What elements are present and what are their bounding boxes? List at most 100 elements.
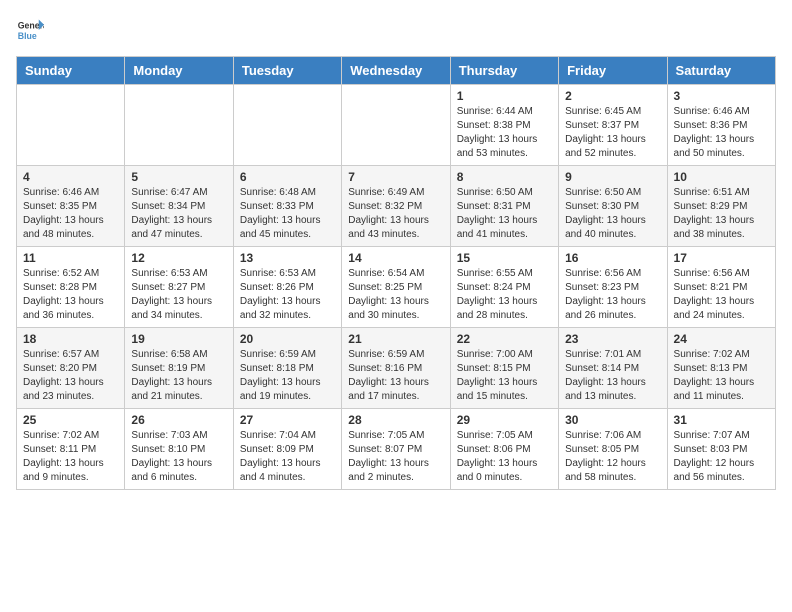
calendar-week-2: 4 Sunrise: 6:46 AM Sunset: 8:35 PM Daylig…: [17, 166, 776, 247]
day-info: Sunrise: 6:44 AM Sunset: 8:38 PM Dayligh…: [457, 105, 552, 161]
day-info: Sunrise: 6:49 AM Sunset: 8:32 PM Dayligh…: [348, 186, 443, 242]
day-info: Sunrise: 6:56 AM Sunset: 8:21 PM Dayligh…: [674, 267, 769, 323]
day-info: Sunrise: 7:01 AM Sunset: 8:14 PM Dayligh…: [565, 348, 660, 404]
calendar-cell: 17 Sunrise: 6:56 AM Sunset: 8:21 PM Dayli…: [667, 247, 775, 328]
weekday-header-monday: Monday: [125, 57, 233, 85]
logo-icon: General Blue: [16, 16, 44, 44]
calendar-header: SundayMondayTuesdayWednesdayThursdayFrid…: [17, 57, 776, 85]
day-info: Sunrise: 6:46 AM Sunset: 8:36 PM Dayligh…: [674, 105, 769, 161]
day-number: 10: [674, 170, 769, 184]
day-number: 12: [131, 251, 226, 265]
page-header: General Blue: [16, 16, 776, 44]
day-info: Sunrise: 6:59 AM Sunset: 8:16 PM Dayligh…: [348, 348, 443, 404]
calendar-cell: 13 Sunrise: 6:53 AM Sunset: 8:26 PM Dayli…: [233, 247, 341, 328]
day-number: 29: [457, 413, 552, 427]
day-info: Sunrise: 6:51 AM Sunset: 8:29 PM Dayligh…: [674, 186, 769, 242]
day-number: 15: [457, 251, 552, 265]
svg-text:Blue: Blue: [18, 31, 37, 41]
weekday-header-tuesday: Tuesday: [233, 57, 341, 85]
day-info: Sunrise: 6:53 AM Sunset: 8:26 PM Dayligh…: [240, 267, 335, 323]
day-info: Sunrise: 7:04 AM Sunset: 8:09 PM Dayligh…: [240, 429, 335, 485]
calendar-cell: 25 Sunrise: 7:02 AM Sunset: 8:11 PM Dayli…: [17, 409, 125, 490]
day-number: 19: [131, 332, 226, 346]
day-number: 11: [23, 251, 118, 265]
calendar-cell: 2 Sunrise: 6:45 AM Sunset: 8:37 PM Daylig…: [559, 85, 667, 166]
calendar-cell: 5 Sunrise: 6:47 AM Sunset: 8:34 PM Daylig…: [125, 166, 233, 247]
day-number: 4: [23, 170, 118, 184]
day-number: 27: [240, 413, 335, 427]
calendar-body: 1 Sunrise: 6:44 AM Sunset: 8:38 PM Daylig…: [17, 85, 776, 490]
day-number: 5: [131, 170, 226, 184]
day-info: Sunrise: 6:53 AM Sunset: 8:27 PM Dayligh…: [131, 267, 226, 323]
day-number: 13: [240, 251, 335, 265]
calendar-cell: 4 Sunrise: 6:46 AM Sunset: 8:35 PM Daylig…: [17, 166, 125, 247]
day-info: Sunrise: 6:56 AM Sunset: 8:23 PM Dayligh…: [565, 267, 660, 323]
weekday-header-row: SundayMondayTuesdayWednesdayThursdayFrid…: [17, 57, 776, 85]
day-info: Sunrise: 7:07 AM Sunset: 8:03 PM Dayligh…: [674, 429, 769, 485]
day-info: Sunrise: 6:50 AM Sunset: 8:31 PM Dayligh…: [457, 186, 552, 242]
day-info: Sunrise: 6:57 AM Sunset: 8:20 PM Dayligh…: [23, 348, 118, 404]
weekday-header-thursday: Thursday: [450, 57, 558, 85]
day-info: Sunrise: 6:46 AM Sunset: 8:35 PM Dayligh…: [23, 186, 118, 242]
calendar-cell: [233, 85, 341, 166]
calendar-cell: 12 Sunrise: 6:53 AM Sunset: 8:27 PM Dayli…: [125, 247, 233, 328]
calendar-cell: 23 Sunrise: 7:01 AM Sunset: 8:14 PM Dayli…: [559, 328, 667, 409]
calendar-cell: 19 Sunrise: 6:58 AM Sunset: 8:19 PM Dayli…: [125, 328, 233, 409]
day-number: 9: [565, 170, 660, 184]
day-info: Sunrise: 7:02 AM Sunset: 8:11 PM Dayligh…: [23, 429, 118, 485]
day-number: 21: [348, 332, 443, 346]
day-number: 14: [348, 251, 443, 265]
calendar-cell: [125, 85, 233, 166]
calendar-cell: 15 Sunrise: 6:55 AM Sunset: 8:24 PM Dayli…: [450, 247, 558, 328]
calendar-cell: 20Sunrise: 6:59 AM Sunset: 8:18 PM Dayli…: [233, 328, 341, 409]
calendar-cell: 28Sunrise: 7:05 AM Sunset: 8:07 PM Dayli…: [342, 409, 450, 490]
day-number: 7: [348, 170, 443, 184]
calendar-week-1: 1 Sunrise: 6:44 AM Sunset: 8:38 PM Daylig…: [17, 85, 776, 166]
day-info: Sunrise: 7:05 AM Sunset: 8:06 PM Dayligh…: [457, 429, 552, 485]
calendar-cell: 16 Sunrise: 6:56 AM Sunset: 8:23 PM Dayli…: [559, 247, 667, 328]
calendar-week-4: 18 Sunrise: 6:57 AM Sunset: 8:20 PM Dayli…: [17, 328, 776, 409]
calendar-week-3: 11Sunrise: 6:52 AM Sunset: 8:28 PM Dayli…: [17, 247, 776, 328]
calendar-cell: 7 Sunrise: 6:49 AM Sunset: 8:32 PM Daylig…: [342, 166, 450, 247]
calendar-week-5: 25 Sunrise: 7:02 AM Sunset: 8:11 PM Dayli…: [17, 409, 776, 490]
day-info: Sunrise: 6:54 AM Sunset: 8:25 PM Dayligh…: [348, 267, 443, 323]
calendar-cell: 29 Sunrise: 7:05 AM Sunset: 8:06 PM Dayli…: [450, 409, 558, 490]
calendar-cell: 18 Sunrise: 6:57 AM Sunset: 8:20 PM Dayli…: [17, 328, 125, 409]
day-number: 2: [565, 89, 660, 103]
day-number: 25: [23, 413, 118, 427]
calendar-cell: 27 Sunrise: 7:04 AM Sunset: 8:09 PM Dayli…: [233, 409, 341, 490]
calendar-cell: 1 Sunrise: 6:44 AM Sunset: 8:38 PM Daylig…: [450, 85, 558, 166]
day-number: 31: [674, 413, 769, 427]
day-number: 26: [131, 413, 226, 427]
day-info: Sunrise: 6:58 AM Sunset: 8:19 PM Dayligh…: [131, 348, 226, 404]
day-info: Sunrise: 6:45 AM Sunset: 8:37 PM Dayligh…: [565, 105, 660, 161]
day-number: 23: [565, 332, 660, 346]
calendar-cell: 30Sunrise: 7:06 AM Sunset: 8:05 PM Dayli…: [559, 409, 667, 490]
weekday-header-friday: Friday: [559, 57, 667, 85]
calendar-cell: 22Sunrise: 7:00 AM Sunset: 8:15 PM Dayli…: [450, 328, 558, 409]
calendar-cell: 31 Sunrise: 7:07 AM Sunset: 8:03 PM Dayli…: [667, 409, 775, 490]
day-number: 22: [457, 332, 552, 346]
calendar-cell: 24Sunrise: 7:02 AM Sunset: 8:13 PM Dayli…: [667, 328, 775, 409]
calendar-cell: 11Sunrise: 6:52 AM Sunset: 8:28 PM Dayli…: [17, 247, 125, 328]
day-info: Sunrise: 6:47 AM Sunset: 8:34 PM Dayligh…: [131, 186, 226, 242]
day-number: 16: [565, 251, 660, 265]
day-number: 1: [457, 89, 552, 103]
calendar-cell: 3 Sunrise: 6:46 AM Sunset: 8:36 PM Daylig…: [667, 85, 775, 166]
calendar-cell: [342, 85, 450, 166]
calendar-cell: [17, 85, 125, 166]
day-number: 3: [674, 89, 769, 103]
day-number: 18: [23, 332, 118, 346]
calendar-cell: 6Sunrise: 6:48 AM Sunset: 8:33 PM Daylig…: [233, 166, 341, 247]
calendar-cell: 9 Sunrise: 6:50 AM Sunset: 8:30 PM Daylig…: [559, 166, 667, 247]
calendar-cell: 10 Sunrise: 6:51 AM Sunset: 8:29 PM Dayli…: [667, 166, 775, 247]
weekday-header-saturday: Saturday: [667, 57, 775, 85]
day-info: Sunrise: 7:02 AM Sunset: 8:13 PM Dayligh…: [674, 348, 769, 404]
day-number: 17: [674, 251, 769, 265]
weekday-header-sunday: Sunday: [17, 57, 125, 85]
day-info: Sunrise: 6:50 AM Sunset: 8:30 PM Dayligh…: [565, 186, 660, 242]
day-info: Sunrise: 7:06 AM Sunset: 8:05 PM Dayligh…: [565, 429, 660, 485]
day-info: Sunrise: 6:48 AM Sunset: 8:33 PM Dayligh…: [240, 186, 335, 242]
day-info: Sunrise: 6:55 AM Sunset: 8:24 PM Dayligh…: [457, 267, 552, 323]
calendar-cell: 8Sunrise: 6:50 AM Sunset: 8:31 PM Daylig…: [450, 166, 558, 247]
